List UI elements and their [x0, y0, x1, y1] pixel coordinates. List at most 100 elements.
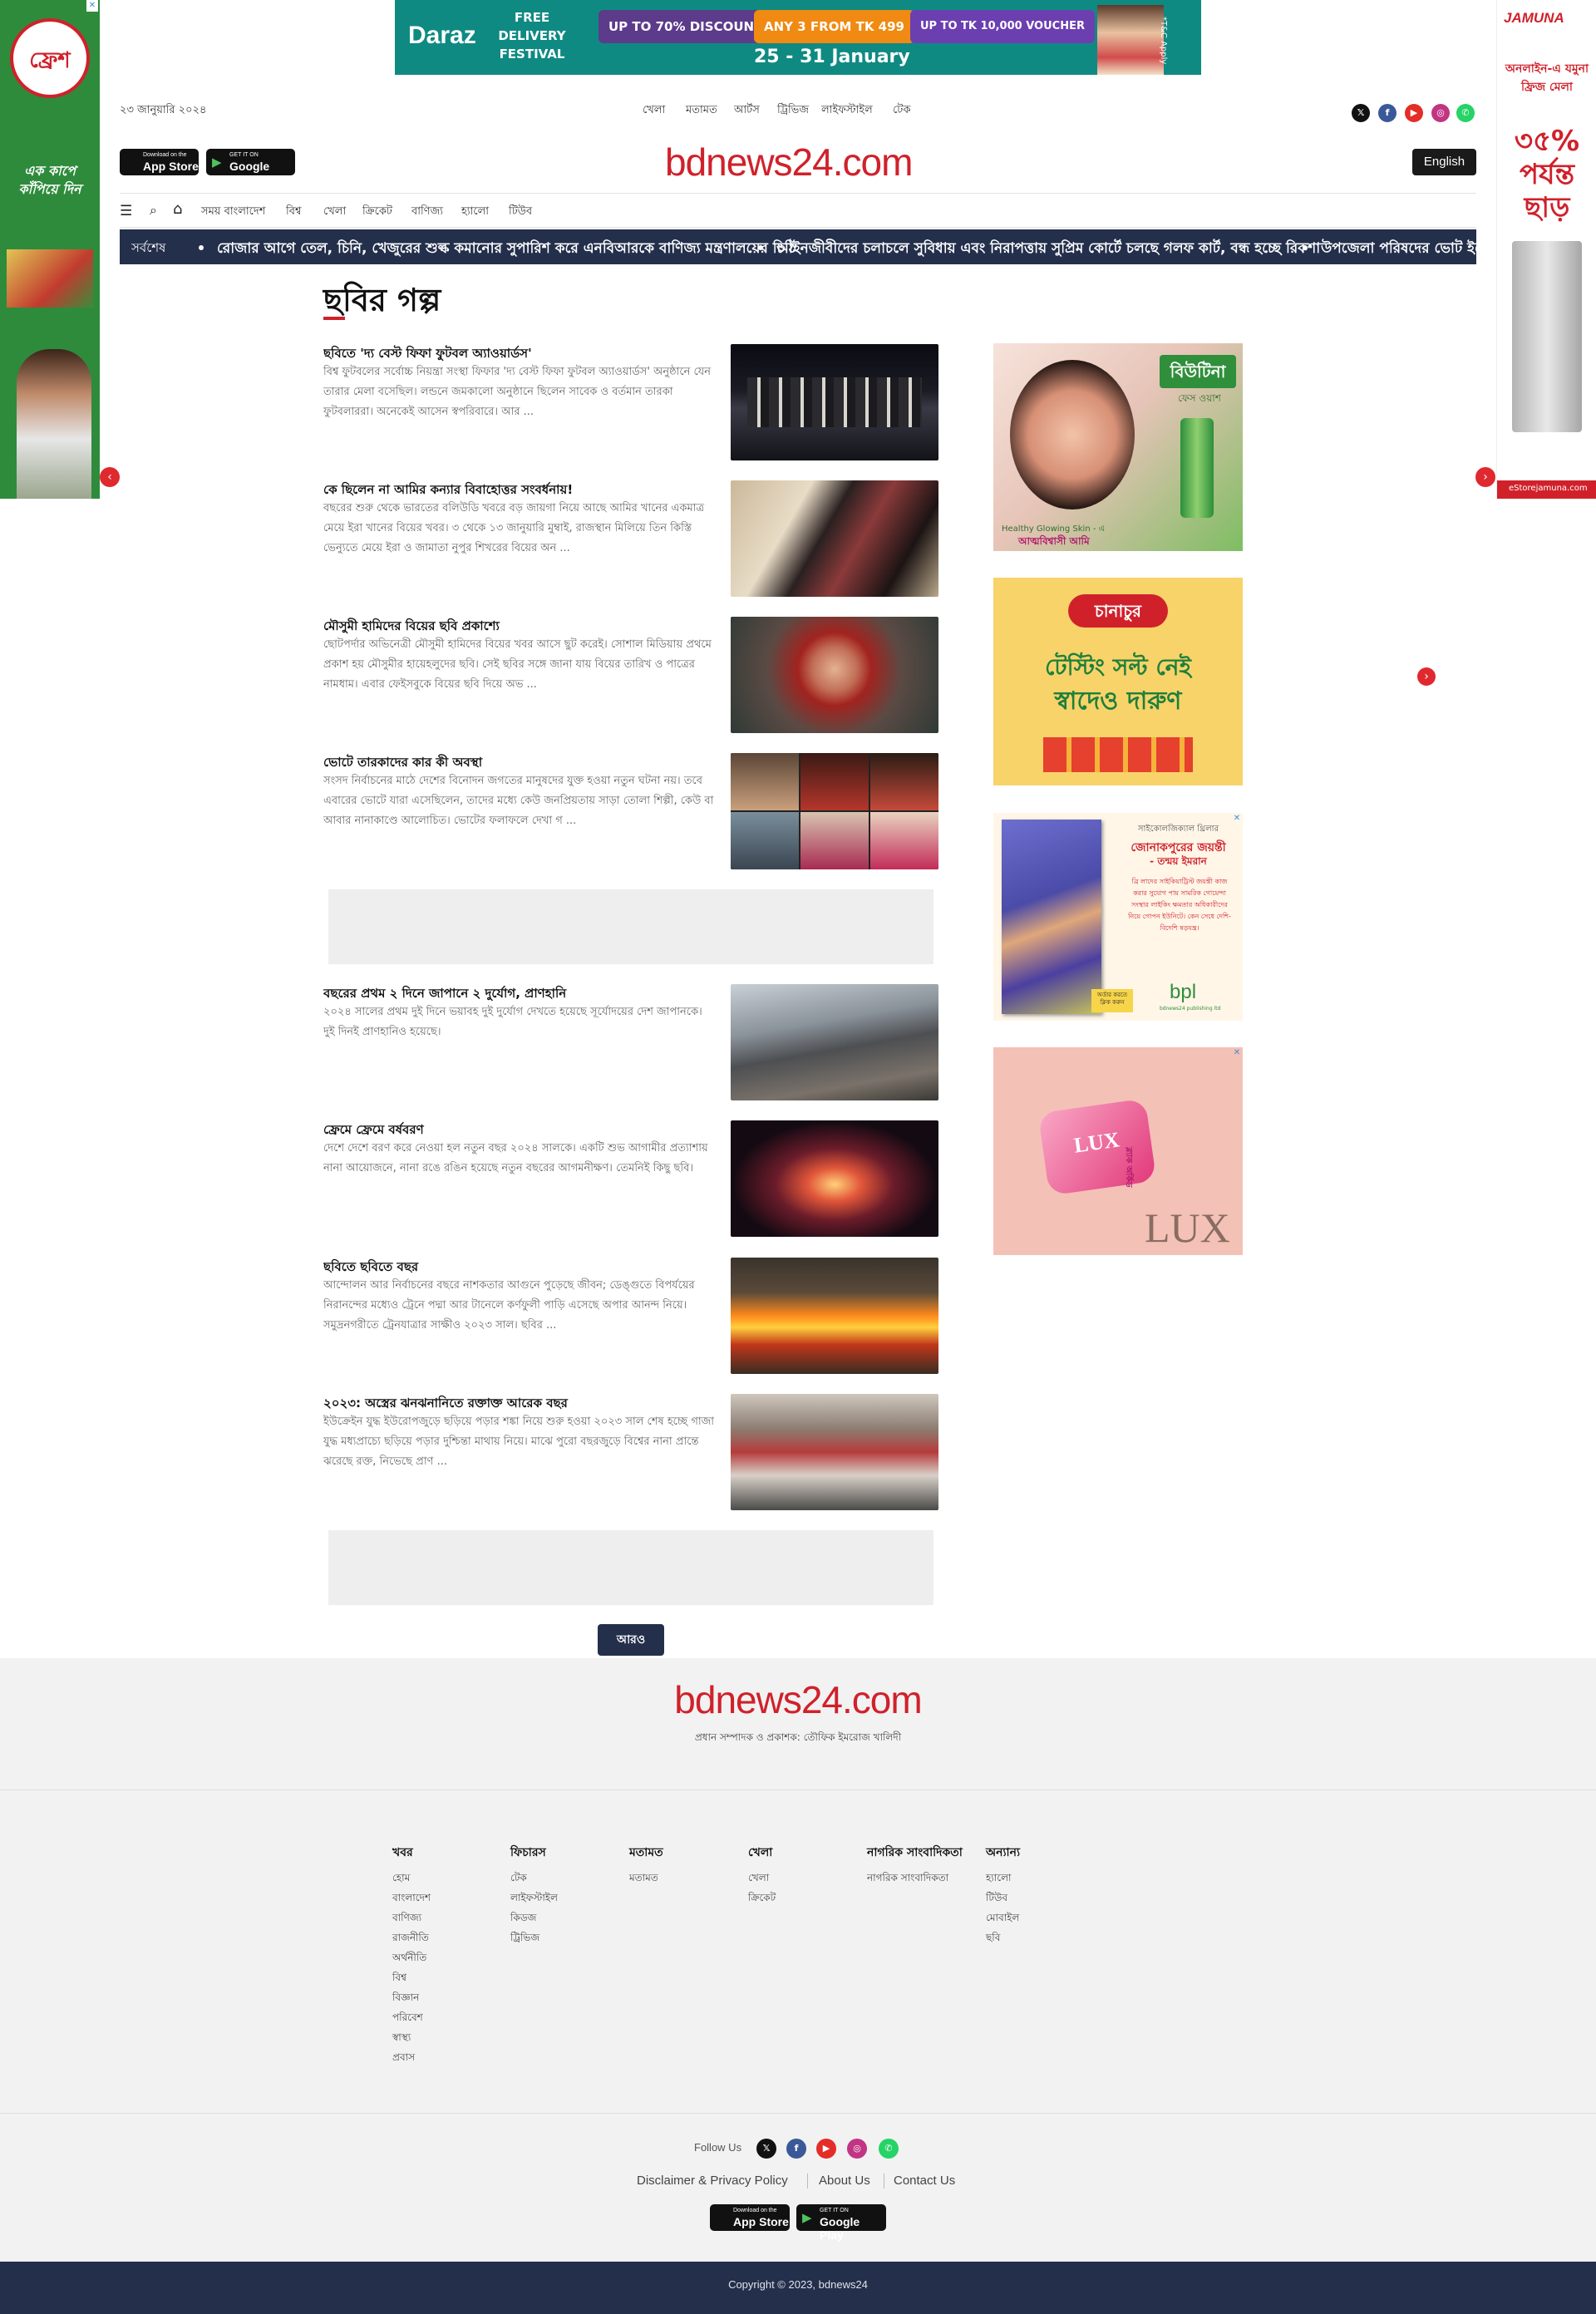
footer-link[interactable]: হোম [392, 1868, 431, 1888]
facebook-icon[interactable]: f [1378, 104, 1396, 122]
top-link-khela[interactable]: খেলা [643, 102, 665, 120]
menu-item-tube[interactable]: টিউব [509, 204, 532, 221]
top-link-lifestyle[interactable]: লাইফস্টাইল [821, 102, 873, 120]
footer-link[interactable]: মোবাইল [986, 1908, 1020, 1928]
snack-logo: চানাচুর [1068, 594, 1168, 628]
footer-link[interactable]: বিশ্ব [392, 1967, 431, 1987]
x-icon[interactable]: 𝕏 [756, 2139, 776, 2159]
story-image[interactable] [731, 344, 938, 460]
footer-link[interactable]: কিডজ [510, 1908, 558, 1928]
story-image[interactable] [731, 617, 938, 733]
top-link-motamot[interactable]: মতামত [686, 102, 717, 120]
x-icon[interactable]: 𝕏 [1352, 104, 1370, 122]
footer-link[interactable]: নাগরিক সাংবাদিকতা [867, 1868, 963, 1888]
story-card[interactable]: মৌসুমী হামিদের বিয়ের ছবি প্রকাশ্যে ছোটপ… [323, 617, 938, 735]
footer-link[interactable]: খেলা [748, 1868, 776, 1888]
header-date: ২৩ জানুয়ারি ২০২৪ [120, 104, 207, 116]
right-ad-offer: ৩৫% পর্যন্ত ছাড় [1514, 125, 1580, 224]
menu-item-khela[interactable]: খেলা [323, 204, 346, 221]
footer-link[interactable]: টিউব [986, 1888, 1020, 1908]
top-link-trivia[interactable]: ট্রিভিজ [777, 102, 809, 120]
snack-ad[interactable]: চানাচুর টেস্টিং সল্ট নেই স্বাদেও দারুণ [993, 578, 1243, 785]
left-ad-arrow-icon[interactable]: ‹ [100, 467, 120, 487]
google-play-badge[interactable]: ▶ GET IT ON Google Play [206, 149, 295, 186]
right-ad-tagline: অনলাইন-এ যমুনা ফ্রিজ মেলা [1505, 62, 1589, 94]
story-image[interactable] [731, 984, 938, 1100]
story-card[interactable]: কে ছিলেন না আমির কন্যার বিবাহোত্তর সংবর্… [323, 480, 938, 598]
disclaimer-link[interactable]: Disclaimer & Privacy Policy [637, 2174, 788, 2188]
search-icon[interactable]: ⌕ [150, 202, 157, 219]
book-ad[interactable]: ✕ সাইকোলজিক্যাল থ্রিলার জোনাকপুরের জয়ন্… [993, 813, 1243, 1021]
floating-dot-icon[interactable]: › [1417, 667, 1436, 686]
top-banner-ad[interactable]: Daraz FREE DELIVERY FESTIVAL UP TO 70% D… [395, 0, 1201, 75]
menu-item-hello[interactable]: হ্যালো [461, 204, 489, 221]
story-image[interactable] [731, 1258, 938, 1374]
footer-link[interactable]: স্বাস্থ্য [392, 2027, 431, 2047]
story-card[interactable]: ছবিতে ছবিতে বছর আন্দোলন আর নির্বাচনের বছ… [323, 1258, 938, 1376]
story-summary: ইউক্রেইন যুদ্ধ ইউরোপজুড়ে ছড়িয়ে পড়ার … [323, 1415, 714, 1468]
footer-link[interactable]: প্রবাস [392, 2047, 431, 2067]
whatsapp-icon[interactable]: ✆ [879, 2139, 899, 2159]
app-store-badge[interactable]: Download on the App Store [710, 2204, 790, 2231]
whatsapp-icon[interactable]: ✆ [1456, 104, 1475, 122]
lux-ad[interactable]: ✕ LUX ব্ল্যাক অর্কিড LUX [993, 1047, 1243, 1255]
top-link-arts[interactable]: আর্টস [734, 102, 760, 120]
footer-link[interactable]: ক্রিকেট [748, 1888, 776, 1908]
footer-link[interactable]: বিজ্ঞান [392, 1987, 431, 2007]
home-icon[interactable]: ⌂ [173, 200, 182, 218]
footer-link[interactable]: বাংলাদেশ [392, 1888, 431, 1908]
hamburger-icon[interactable]: ☰ [120, 203, 132, 219]
ticker-item[interactable]: আইনজীবীদের চলাচলে সুবিধায় এবং নিরাপত্তা… [776, 238, 1320, 261]
footer-link[interactable]: অর্থনীতি [392, 1947, 431, 1967]
site-logo[interactable]: bdnews24.com [665, 140, 913, 185]
ticker-item[interactable]: উপজেলা পরিষদের ভোট ইভে [1321, 238, 1476, 261]
youtube-icon[interactable]: ▶ [1405, 104, 1423, 122]
facebook-icon[interactable]: f [786, 2139, 806, 2159]
footer-link[interactable]: ছবি [986, 1928, 1020, 1947]
story-card[interactable]: ভোটে তারকাদের কার কী অবস্থা সংসদ নির্বাচ… [323, 753, 938, 871]
contact-us-link[interactable]: Contact Us [894, 2174, 955, 2188]
more-button[interactable]: আরও [598, 1624, 664, 1656]
footer-logo[interactable]: bdnews24.com [0, 1677, 1596, 1722]
story-image-collage[interactable] [731, 753, 938, 869]
google-play-badge[interactable]: ▶ GET IT ON Google Play [796, 2204, 886, 2242]
lux-ad-close-icon[interactable]: ✕ [1231, 1047, 1243, 1059]
story-card[interactable]: বছরের প্রথম ২ দিনে জাপানে ২ দুর্যোগ, প্র… [323, 984, 938, 1102]
instagram-icon[interactable]: ◎ [847, 2139, 867, 2159]
footer-link[interactable]: বাণিজ্য [392, 1908, 431, 1928]
story-summary: বছরের শুরু থেকে ভারতের বলিউডি খবরে বড় জ… [323, 502, 705, 554]
left-side-ad[interactable]: ✕ ফ্রেশ এক কাপে কাঁপিয়ে দিন [0, 0, 100, 499]
right-side-ad[interactable]: JAMUNA অনলাইন-এ যমুনা ফ্রিজ মেলা ৩৫% পর্… [1496, 0, 1596, 499]
menu-item-shomoy-bangladesh[interactable]: সময় বাংলাদেশ [201, 204, 265, 221]
footer-link[interactable]: লাইফস্টাইল [510, 1888, 558, 1908]
app-store-badge[interactable]: Download on the App Store [120, 149, 199, 175]
story-image[interactable] [731, 1394, 938, 1510]
top-link-tech[interactable]: টেক [893, 102, 910, 120]
left-ad-close-icon[interactable]: ✕ [86, 0, 98, 12]
about-us-link[interactable]: About Us [819, 2174, 870, 2188]
english-button[interactable]: English [1412, 149, 1476, 175]
right-ad-arrow-icon[interactable]: › [1475, 467, 1495, 487]
footer-link[interactable]: রাজনীতি [392, 1928, 431, 1947]
copyright-text: Copyright © 2023, bdnews24 [728, 2278, 868, 2291]
instagram-icon[interactable]: ◎ [1431, 104, 1450, 122]
book-order-cta[interactable]: অর্ডার করতে ক্লিক করুন [1091, 989, 1133, 1012]
footer-col-heading: ফিচারস [510, 1846, 546, 1859]
footer-link[interactable]: হ্যালো [986, 1868, 1020, 1888]
menu-item-cricket[interactable]: ক্রিকেট [362, 204, 392, 221]
beautina-ad[interactable]: বিউটিনা ফেস ওয়াশ Healthy Glowing Skin -… [993, 343, 1243, 551]
story-card[interactable]: ফ্রেমে ফ্রেমে বর্ষবরণ দেশে দেশে বরণ করে … [323, 1120, 938, 1238]
story-image[interactable] [731, 1120, 938, 1237]
footer-link[interactable]: মতামত [629, 1868, 663, 1888]
footer-link[interactable]: টেক [510, 1868, 558, 1888]
story-card[interactable]: ছবিতে 'দ্য বেস্ট ফিফা ফুটবল অ্যাওয়ার্ডস… [323, 344, 938, 462]
footer-link[interactable]: পরিবেশ [392, 2007, 431, 2027]
ticker-item[interactable]: রোজার আগে তেল, চিনি, খেজুরের শুল্ক কমানো… [217, 238, 796, 261]
story-card[interactable]: ২০২৩: অস্ত্রের ঝনঝনানিতে রক্তাক্ত আরেক ব… [323, 1394, 938, 1512]
menu-item-banijjo[interactable]: বাণিজ্য [411, 204, 443, 221]
menu-item-bishwa[interactable]: বিশ্ব [286, 204, 301, 221]
footer-link[interactable]: ট্রিভিজ [510, 1928, 558, 1947]
story-image[interactable] [731, 480, 938, 597]
youtube-icon[interactable]: ▶ [816, 2139, 836, 2159]
play-icon: ▶ [802, 2211, 812, 2225]
